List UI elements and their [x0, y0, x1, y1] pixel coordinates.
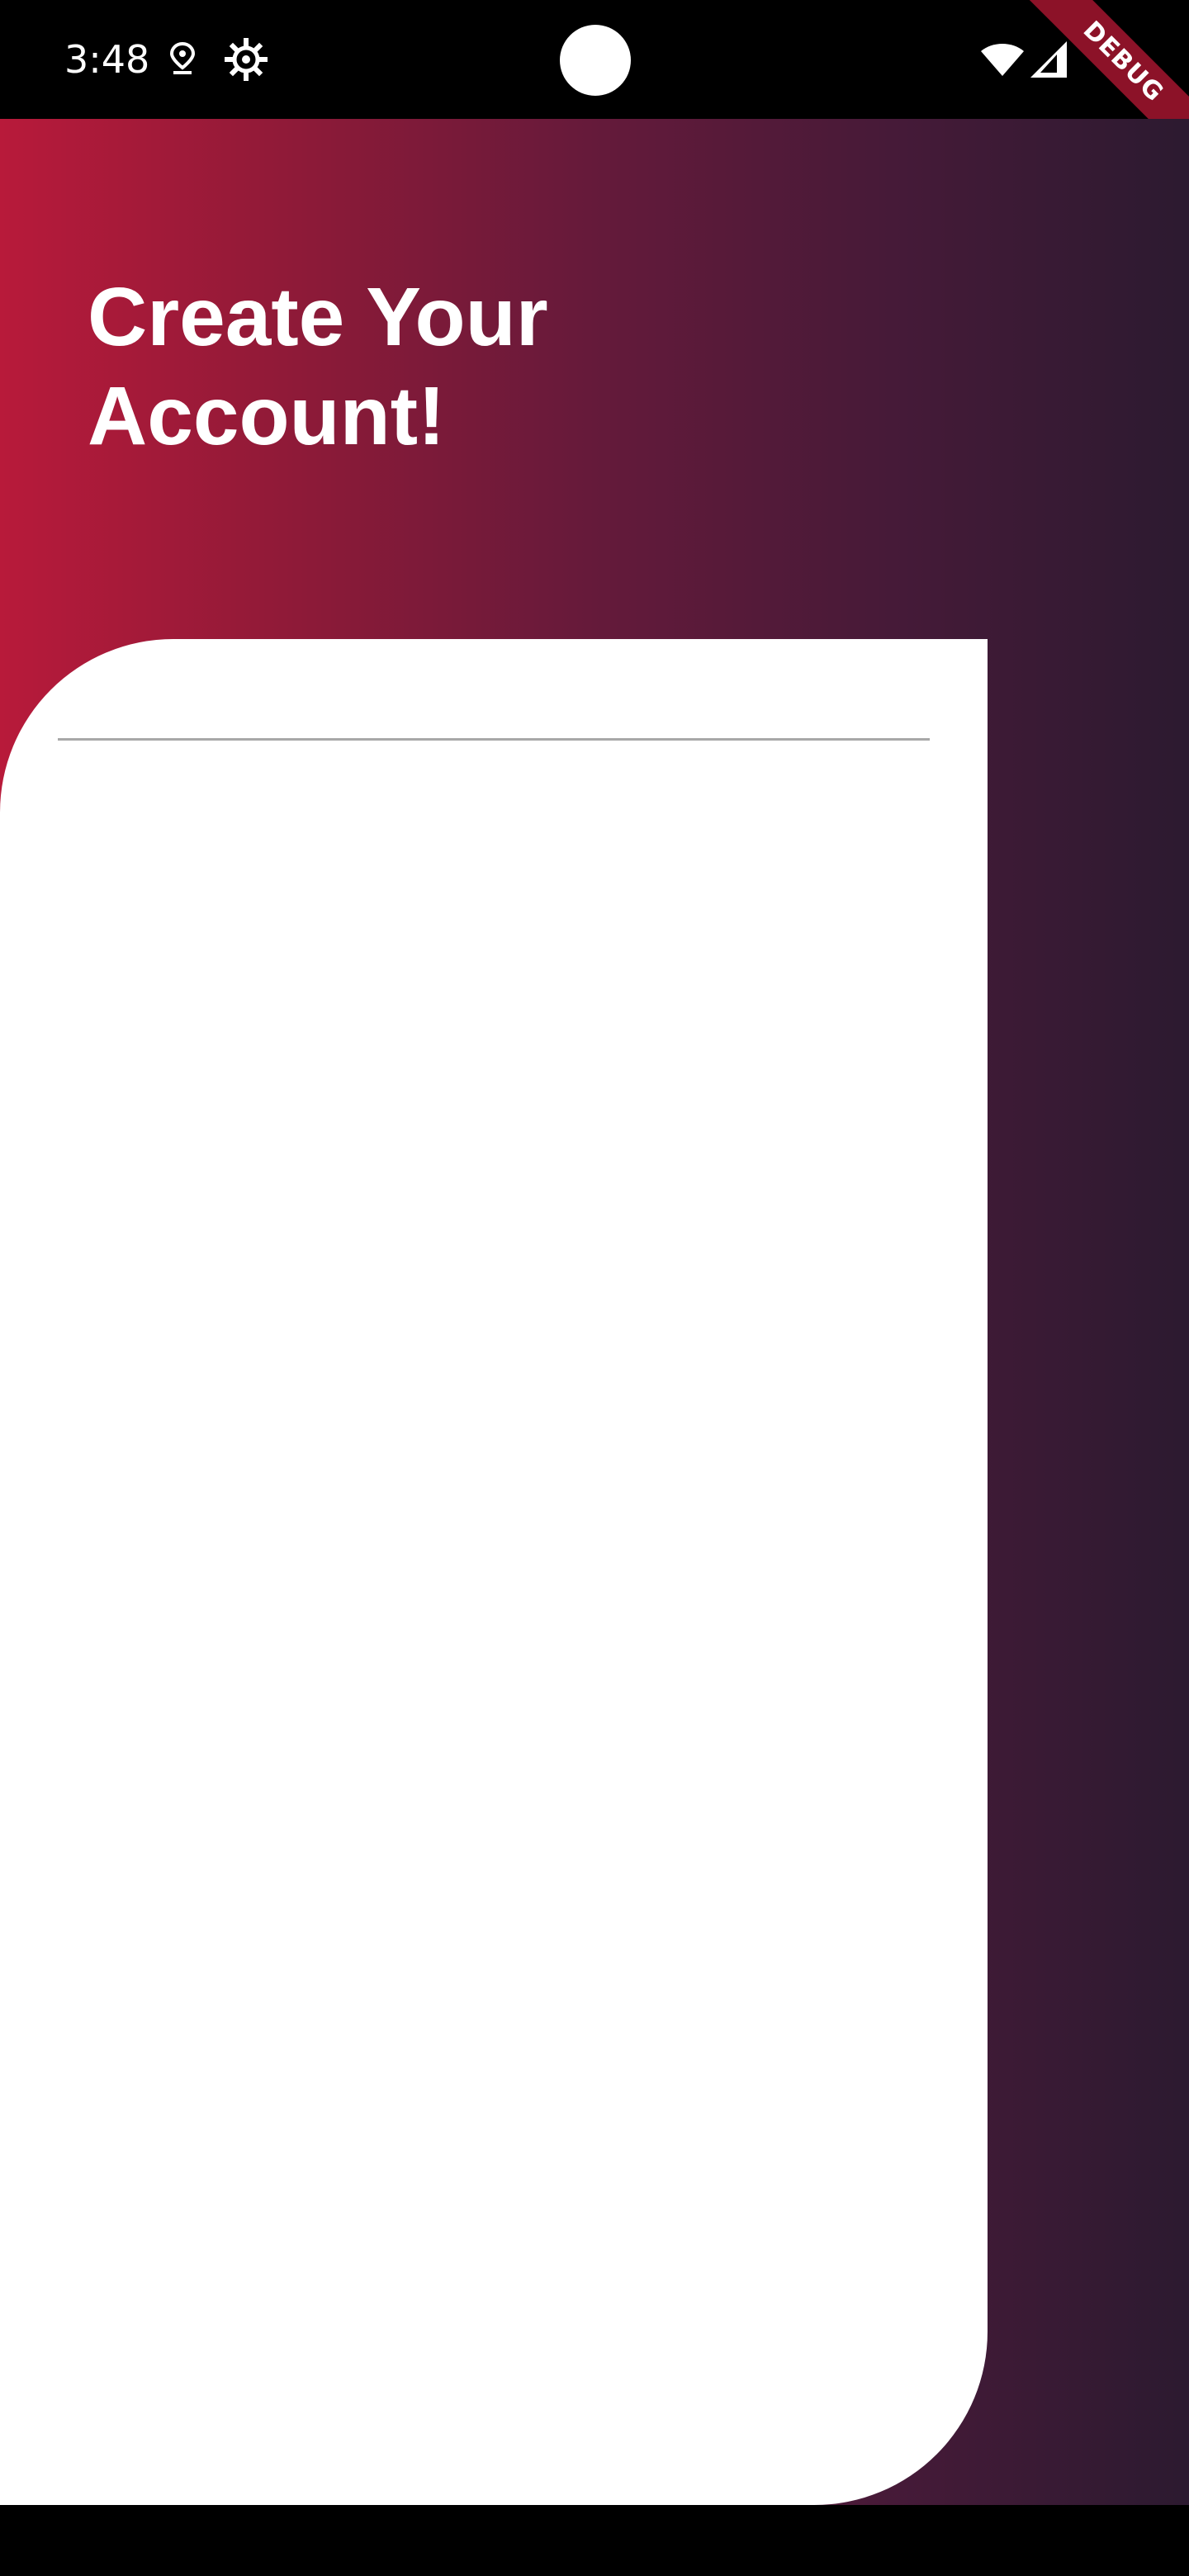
- status-time: 3:48: [64, 37, 150, 82]
- status-bar: 3:48 DEBUG: [0, 0, 1189, 166]
- app-screen: 3:48 DEBUG Create Your Account!: [0, 0, 1189, 2576]
- location-pin-icon: [168, 41, 197, 82]
- settings-gear-icon: [225, 38, 268, 85]
- camera-cutout: [560, 25, 631, 96]
- signal-icon: [1029, 40, 1068, 83]
- page-title: Create Your Account!: [88, 271, 548, 462]
- register-screen: Create Your Account!: [0, 119, 1189, 2505]
- full-name-field[interactable]: [58, 639, 930, 741]
- form-card: [0, 639, 988, 2505]
- wifi-icon: [979, 41, 1026, 82]
